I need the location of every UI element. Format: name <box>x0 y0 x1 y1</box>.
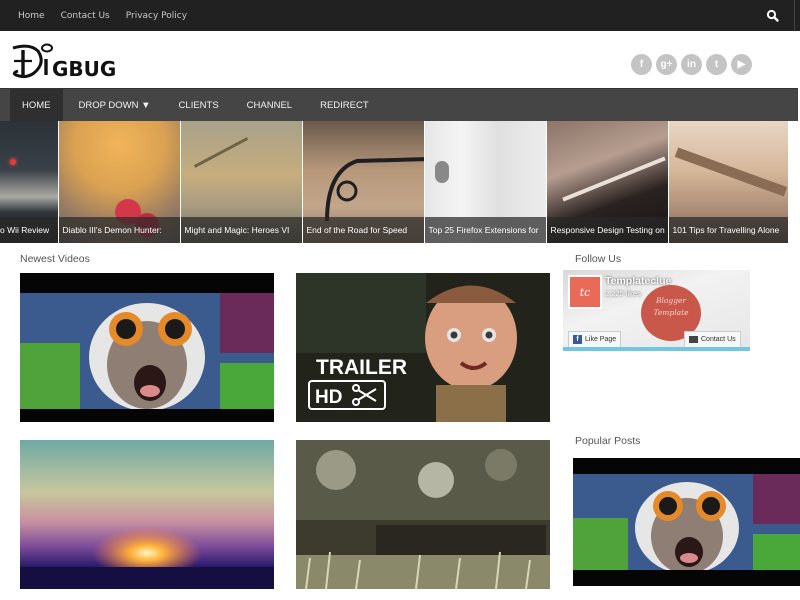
slide-caption: 101 Tips for Travelling Alone <box>668 217 788 243</box>
scrollbar-edge <box>794 0 795 31</box>
fb-page-avatar[interactable]: tc <box>568 275 602 309</box>
top-link-privacy-policy[interactable]: Privacy Policy <box>126 11 187 21</box>
popular-post-thumbnail[interactable] <box>573 458 800 586</box>
logo-text: GBUG <box>52 57 116 81</box>
video-thumbnail-forest[interactable] <box>296 440 550 589</box>
fb-contact-label: Contact Us <box>701 336 736 343</box>
slide-item[interactable]: 101 Tips for Travelling Alone <box>668 121 788 243</box>
social-links: f g+ in t ▶ <box>631 54 752 75</box>
youtube-icon[interactable]: ▶ <box>731 54 752 75</box>
nav-item-drop-down[interactable]: DROP DOWN ▼ <box>67 89 163 121</box>
facebook-icon[interactable]: f <box>631 54 652 75</box>
google-plus-icon[interactable]: g+ <box>656 54 677 75</box>
video-thumbnail-monkey[interactable] <box>20 273 274 422</box>
fb-cover-text: Blogger <box>655 296 687 305</box>
forest-image <box>296 440 550 589</box>
slide-item[interactable]: Diablo III's Demon Hunter: <box>58 121 180 243</box>
slide-item[interactable]: o Wii Review <box>0 121 58 243</box>
fb-like-page-button[interactable]: f Like Page <box>568 331 622 348</box>
popular-posts-title: Popular Posts <box>575 435 641 447</box>
main-nav: HOME DROP DOWN ▼ CLIENTS CHANNEL REDIREC… <box>0 88 798 121</box>
hd-text: HD <box>315 387 342 408</box>
nav-item-channel[interactable]: CHANNEL <box>235 89 304 121</box>
slide-caption: o Wii Review <box>0 217 58 243</box>
linkedin-icon[interactable]: in <box>681 54 702 75</box>
top-bar: Home Contact Us Privacy Policy <box>0 0 800 31</box>
top-link-home[interactable]: Home <box>18 11 45 21</box>
slide-caption: Top 25 Firefox Extensions for <box>424 217 546 243</box>
popular-monkey-image <box>573 458 800 586</box>
slide-item[interactable]: Might and Magic: Heroes VI <box>180 121 302 243</box>
facebook-page-widget[interactable]: Blogger Template tc Templateclue 2,225 l… <box>563 270 750 351</box>
slide-item[interactable]: Top 25 Firefox Extensions for <box>424 121 546 243</box>
envelope-icon <box>689 336 698 343</box>
facebook-icon: f <box>573 335 582 344</box>
nav-item-redirect[interactable]: REDIRECT <box>308 89 381 121</box>
top-links: Home Contact Us Privacy Policy <box>18 0 187 31</box>
fb-likes-count: 2,225 likes <box>605 289 641 298</box>
slide-caption: End of the Road for Speed <box>302 217 424 243</box>
slide-caption: Responsive Design Testing on <box>546 217 668 243</box>
nav-item-home[interactable]: HOME <box>10 89 63 121</box>
video-thumbnail-sunset[interactable] <box>20 440 274 589</box>
search-icon[interactable] <box>766 9 780 23</box>
fb-cover-text: Template <box>653 308 689 317</box>
slide-item[interactable]: End of the Road for Speed <box>302 121 424 243</box>
site-header: GBUG f g+ in t ▶ <box>0 31 800 88</box>
slide-decoration <box>10 159 16 165</box>
slide-caption: Diablo III's Demon Hunter: <box>58 217 180 243</box>
nav-item-clients[interactable]: CLIENTS <box>167 89 231 121</box>
slide-decoration <box>434 161 449 183</box>
fb-contact-button[interactable]: Contact Us <box>684 331 741 348</box>
top-link-contact-us[interactable]: Contact Us <box>61 11 110 21</box>
follow-us-title: Follow Us <box>575 253 622 265</box>
trailer-text: TRAILER <box>316 356 407 379</box>
sunset-image <box>20 440 274 589</box>
monkey-image <box>20 273 274 422</box>
slide-caption: Might and Magic: Heroes VI <box>180 217 302 243</box>
fb-like-label: Like Page <box>585 336 617 343</box>
slide-item[interactable]: Responsive Design Testing on <box>546 121 668 243</box>
fb-cover-strip <box>563 347 750 351</box>
site-logo[interactable]: GBUG <box>10 39 135 81</box>
featured-slider: o Wii Review Diablo III's Demon Hunter: … <box>0 121 788 243</box>
video-thumbnail-trailer[interactable]: TRAILER HD <box>296 273 550 422</box>
trailer-image: TRAILER HD <box>296 273 550 422</box>
fb-page-name[interactable]: Templateclue <box>605 275 671 287</box>
newest-videos-title: Newest Videos <box>20 253 90 265</box>
tumblr-icon[interactable]: t <box>706 54 727 75</box>
